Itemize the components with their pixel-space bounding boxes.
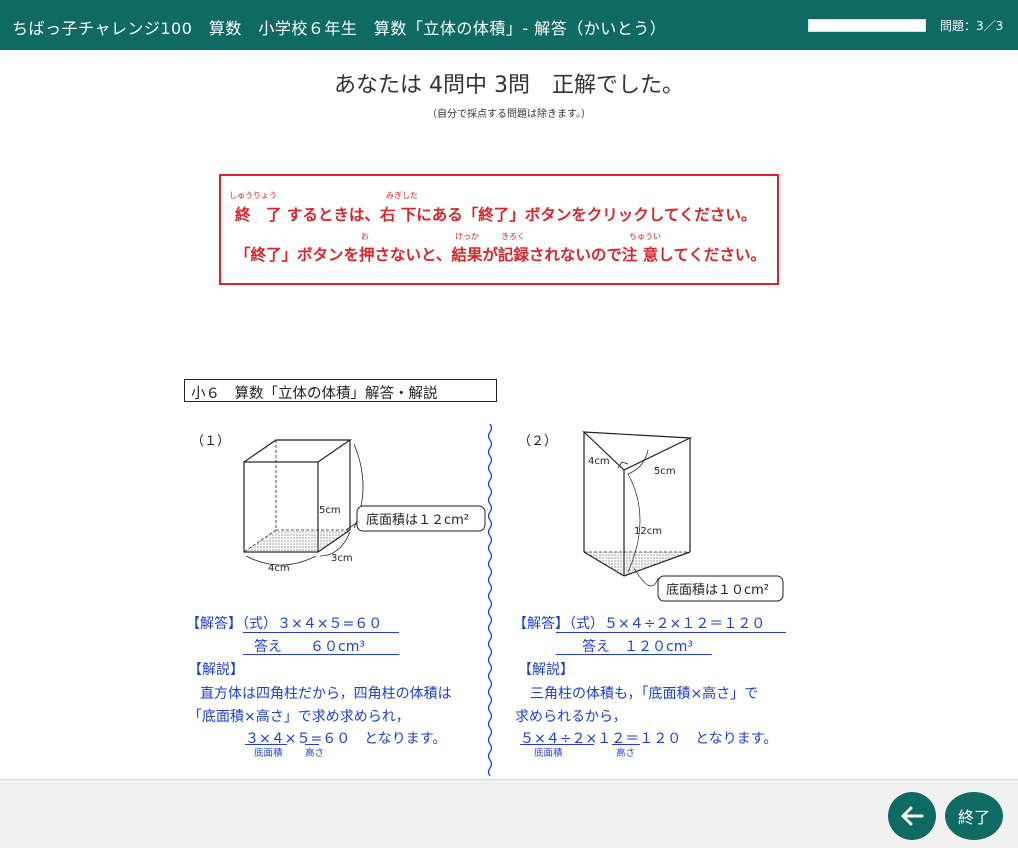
q1-dim-depth: 3cm xyxy=(331,553,353,564)
progress-bar xyxy=(808,19,926,32)
q2-label: （２） xyxy=(518,434,558,449)
ruby-shuuryou: しゅうりょう xyxy=(229,191,277,200)
q1-answer-underline xyxy=(243,654,399,655)
q2-explain-heading: 【解説】 xyxy=(518,662,574,678)
q1-explain-1: 直方体は四角柱だから，四角柱の体積は xyxy=(200,686,452,702)
back-button[interactable] xyxy=(888,792,936,840)
q1-answer-formula: 【解答】（式）３×４×５=６０ xyxy=(186,616,383,632)
q1-explain-heading: 【解説】 xyxy=(188,662,244,678)
q2-dim-b: 5cm xyxy=(654,466,676,477)
q2-under-base: 底面積 xyxy=(534,748,563,759)
q2-formula-underline xyxy=(556,632,786,633)
result-message: あなたは 4問中 3問 正解でした。 xyxy=(334,73,684,98)
q2-under-height: 高さ xyxy=(616,748,636,759)
notice-line-2: 「終了」ボタンを押さないと、結果が記録されないので注 意してください。 xyxy=(235,246,766,264)
ruby-migishita: みぎした xyxy=(386,191,418,200)
q1-under-base: 底面積 xyxy=(254,748,283,759)
q2-prism-figure: 4cm 5cm 12cm 底面積は１０cm² xyxy=(582,431,784,602)
q1-callout: 底面積は１２cm² xyxy=(366,512,469,528)
q2-explain-1: 三角柱の体積も，「底面積×高さ」で xyxy=(530,686,759,702)
q2-callout: 底面積は１０cm² xyxy=(666,582,769,598)
footer-bar xyxy=(0,779,1018,848)
q1-cuboid-figure: 5cm 3cm 4cm 底面積は１２cm² xyxy=(243,439,486,574)
ruby-kekka: けっか xyxy=(455,232,479,241)
q1-answer: 答え ６０cm³ xyxy=(254,639,365,655)
end-button[interactable]: 終了 xyxy=(945,792,1003,840)
header-bar: ちばっ子チャレンジ100 算数 小学校６年生 算数「立体の体積」- 解答（かいと… xyxy=(0,0,1018,50)
question-counter: 問題：3／3 xyxy=(940,19,1004,33)
q2-answer-formula: 【解答】（式）５×４÷２×１２＝１２０ xyxy=(513,616,766,632)
progress-fill xyxy=(809,20,925,31)
q1-under-height: 高さ xyxy=(305,748,325,759)
arrow-left-icon xyxy=(901,806,924,826)
q2-answer-underline xyxy=(556,654,712,655)
notice-line-1: 終 了 するときは、右 下にある「終了」ボタンをクリックしてください。 xyxy=(235,206,757,224)
q2-dim-a: 4cm xyxy=(588,456,610,467)
q1-formula-underline xyxy=(243,632,399,633)
finish-notice-box: しゅうりょう みぎした お けっか きろく ちゅうい 終 了 するときは、右 下… xyxy=(219,174,779,285)
q1-dim-height: 5cm xyxy=(319,505,341,516)
ruby-chuui: ちゅうい xyxy=(629,232,661,241)
q1-explain-2: 「底面積×高さ」で求め求められ， xyxy=(188,709,410,725)
q2-answer: 答え １２０cm³ xyxy=(582,639,693,655)
q1-dim-width: 4cm xyxy=(268,563,290,574)
q2-explain-2: 求められるから， xyxy=(515,709,627,725)
q1-label: （１） xyxy=(191,434,231,449)
ruby-kiroku: きろく xyxy=(501,232,525,241)
worksheet-title: 小６ 算数「立体の体積」解答・解説 xyxy=(184,379,497,402)
q2-dim-height: 12cm xyxy=(634,526,662,537)
page-title: ちばっ子チャレンジ100 算数 小学校６年生 算数「立体の体積」- 解答（かいと… xyxy=(12,19,667,38)
ruby-o: お xyxy=(361,232,369,241)
result-note: （自分で採点する問題は除きます。） xyxy=(427,109,591,120)
